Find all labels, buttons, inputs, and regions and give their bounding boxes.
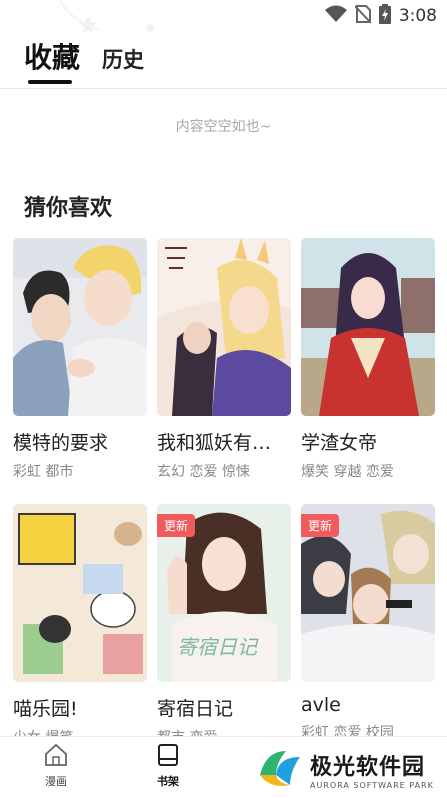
battery-charging-icon bbox=[378, 4, 391, 28]
comic-title: 寄宿日记 bbox=[157, 698, 234, 720]
comic-tags: 爆笑 穿越 恋爱 bbox=[301, 464, 394, 480]
comic-card[interactable]: 喵乐园! 少女 爆笑 bbox=[13, 504, 147, 747]
empty-state-text: 内容空空如也~ bbox=[175, 119, 272, 135]
comic-cover bbox=[157, 238, 291, 416]
tab-history[interactable]: 历史 bbox=[102, 44, 144, 76]
watermark-subtext: AURORA SOFTWARE PARK bbox=[310, 780, 434, 790]
wifi-icon bbox=[324, 5, 347, 27]
comic-title: 我和狐妖有… bbox=[157, 432, 272, 454]
watermark-text: 极光软件园 bbox=[310, 754, 426, 780]
comic-title: avle bbox=[301, 694, 341, 716]
comic-card[interactable]: 更新 avle 彩虹 恋爱 校园 bbox=[301, 504, 435, 742]
aurora-logo-icon bbox=[260, 751, 300, 786]
bookshelf-icon bbox=[156, 744, 180, 771]
update-badge: 更新 bbox=[157, 514, 196, 537]
comic-tags: 彩虹 都市 bbox=[13, 464, 74, 480]
comic-cover bbox=[301, 238, 435, 416]
comic-title: 学渣女帝 bbox=[301, 432, 378, 454]
comic-card[interactable]: 寄宿日记 更新 寄宿日记 都市 恋爱 bbox=[157, 504, 291, 747]
update-badge: 更新 bbox=[301, 514, 340, 537]
comic-cover: 寄宿日记 更新 bbox=[157, 504, 291, 682]
nav-item-comics[interactable]: 漫画 bbox=[26, 743, 86, 789]
comic-title: 模特的要求 bbox=[13, 432, 109, 454]
tab-bar: 收藏 历史 bbox=[24, 36, 144, 84]
comic-cover bbox=[13, 238, 147, 416]
comic-cover bbox=[13, 504, 147, 682]
comic-cover: 更新 bbox=[301, 504, 435, 682]
divider bbox=[0, 88, 447, 89]
comic-title: 喵乐园! bbox=[13, 698, 78, 720]
comic-card[interactable]: 学渣女帝 爆笑 穿越 恋爱 bbox=[301, 238, 435, 481]
nav-item-bookshelf[interactable]: 书架 bbox=[138, 743, 198, 789]
active-tab-indicator bbox=[28, 80, 72, 84]
no-sim-icon bbox=[354, 4, 372, 28]
watermark: 极光软件园 AURORA SOFTWARE PARK bbox=[256, 744, 442, 794]
comic-card[interactable]: 我和狐妖有… 玄幻 恋爱 惊悚 bbox=[157, 238, 291, 481]
tab-favorites[interactable]: 收藏 bbox=[24, 36, 80, 84]
home-icon bbox=[43, 743, 69, 771]
status-time: 3:08 bbox=[398, 6, 437, 26]
svg-text:寄宿日记: 寄宿日记 bbox=[177, 635, 259, 659]
comic-tags: 玄幻 恋爱 惊悚 bbox=[157, 464, 250, 480]
comic-card[interactable]: 模特的要求 彩虹 都市 bbox=[13, 238, 147, 481]
section-title: 猜你喜欢 bbox=[24, 196, 113, 221]
